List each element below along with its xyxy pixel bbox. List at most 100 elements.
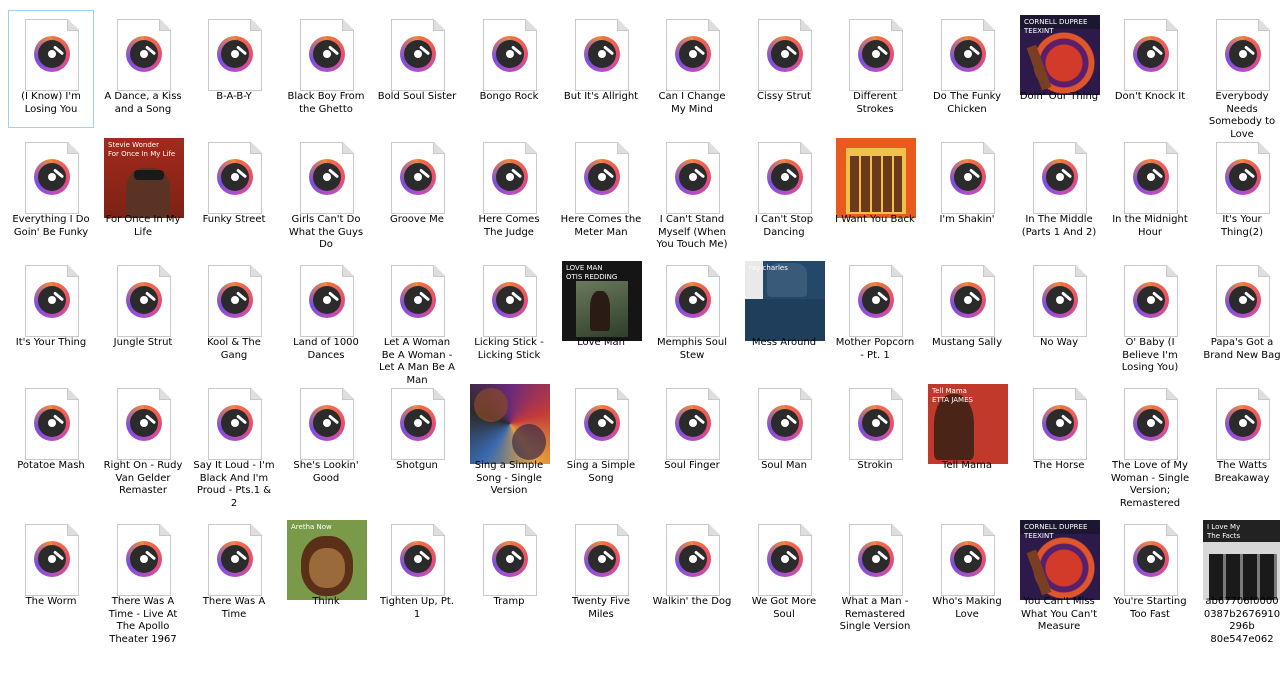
audio-file-icon [1124, 19, 1178, 91]
file-item[interactable]: Land of 1000 Dances [283, 256, 369, 374]
file-item[interactable]: Licking Stick - Licking Stick [466, 256, 552, 374]
file-item[interactable]: Cissy Strut [741, 10, 827, 128]
file-item[interactable]: Papa's Got a Brand New Bag [1199, 256, 1280, 374]
file-item[interactable]: I Want You Back [832, 133, 918, 251]
audio-file-icon [117, 388, 171, 460]
file-item[interactable]: Everybody Needs Somebody to Love [1199, 10, 1280, 140]
file-item[interactable]: The Love of My Woman - Single Version; R… [1107, 379, 1193, 509]
file-name: Twenty Five Miles [571, 596, 630, 620]
file-thumbnail [1020, 261, 1100, 341]
file-name: I Can't Stand Myself (When You Touch Me) [656, 214, 728, 250]
file-item[interactable]: Groove Me [374, 133, 460, 251]
file-item[interactable]: Girls Can't Do What the Guys Do [283, 133, 369, 251]
file-item[interactable]: Different Strokes [832, 10, 918, 128]
file-item[interactable]: B-A-B-Y [191, 10, 277, 128]
file-item[interactable]: The Horse [1016, 379, 1102, 497]
file-thumbnail [836, 520, 916, 600]
file-item[interactable]: Shotgun [374, 379, 460, 497]
file-item[interactable]: Who's Making Love [924, 515, 1010, 633]
file-item[interactable]: There Was A Time - Live At The Apollo Th… [100, 515, 186, 645]
file-item[interactable]: Potatoe Mash [8, 379, 94, 497]
file-thumbnail [745, 520, 825, 600]
file-item[interactable]: ray charles Mess Around [741, 256, 827, 374]
file-item[interactable]: The Watts Breakaway [1199, 379, 1280, 497]
file-item[interactable]: Mustang Sally [924, 256, 1010, 374]
file-item[interactable]: The Worm [8, 515, 94, 633]
file-item[interactable]: Don't Knock It [1107, 10, 1193, 128]
file-item[interactable]: Here Comes the Meter Man [558, 133, 644, 251]
file-item[interactable]: Jungle Strut [100, 256, 186, 374]
file-name: (I Know) I'm Losing You [21, 91, 81, 115]
file-name: B-A-B-Y [216, 91, 252, 102]
file-item[interactable]: Kool & The Gang [191, 256, 277, 374]
file-item[interactable]: It's Your Thing [8, 256, 94, 374]
file-item[interactable]: Walkin' the Dog [649, 515, 735, 633]
file-item[interactable]: Soul Man [741, 379, 827, 497]
file-item[interactable]: Everything I Do Goin' Be Funky [8, 133, 94, 251]
file-item[interactable]: She's Lookin' Good [283, 379, 369, 497]
album-cover: LOVE MAN OTIS REDDING [562, 261, 642, 341]
file-item[interactable]: You're Starting Too Fast [1107, 515, 1193, 633]
file-item[interactable]: O' Baby (I Believe I'm Losing You) [1107, 256, 1193, 374]
file-item[interactable]: We Got More Soul [741, 515, 827, 633]
file-name: Tighten Up, Pt. 1 [379, 596, 454, 620]
file-name: For Once In My Life [105, 214, 181, 238]
file-item[interactable]: (I Know) I'm Losing You [8, 10, 94, 128]
file-item[interactable]: Twenty Five Miles [558, 515, 644, 633]
file-name: Think [312, 596, 340, 607]
file-item[interactable]: CORNELL DUPREE TEEXINT You Can't Miss Wha… [1016, 515, 1102, 633]
file-item[interactable]: Sing a Simple Song - Single Version [466, 379, 552, 497]
file-item[interactable]: Say It Loud - I'm Black And I'm Proud - … [191, 379, 277, 509]
file-item[interactable]: Tell Mama ETTA JAMES Tell Mama [924, 379, 1010, 497]
file-item[interactable]: Let A Woman Be A Woman - Let A Man Be A … [374, 256, 460, 386]
file-thumbnail [653, 384, 733, 464]
file-item[interactable]: Aretha Now Think [283, 515, 369, 633]
file-item[interactable]: CORNELL DUPREE TEEXINT Doin' Our Thing [1016, 10, 1102, 128]
file-item[interactable]: In The Middle (Parts 1 And 2) [1016, 133, 1102, 251]
file-item[interactable]: Sing a Simple Song [558, 379, 644, 497]
file-item[interactable]: Memphis Soul Stew [649, 256, 735, 374]
file-item[interactable]: Bold Soul Sister [374, 10, 460, 128]
file-item[interactable]: Strokin [832, 379, 918, 497]
file-item[interactable]: Tighten Up, Pt. 1 [374, 515, 460, 633]
file-item[interactable]: LOVE MAN OTIS REDDING Love Man [558, 256, 644, 374]
file-name: Potatoe Mash [17, 460, 85, 471]
audio-file-icon [941, 19, 995, 91]
audio-file-icon [208, 388, 262, 460]
file-item[interactable]: Can I Change My Mind [649, 10, 735, 128]
file-thumbnail [562, 520, 642, 600]
file-item[interactable]: Stevie Wonder For Once In My Life For Onc… [100, 133, 186, 251]
file-item[interactable]: Mother Popcorn - Pt. 1 [832, 256, 918, 374]
file-item[interactable]: No Way [1016, 256, 1102, 374]
file-item[interactable]: A Dance, a Kiss and a Song [100, 10, 186, 128]
file-item[interactable]: I Can't Stand Myself (When You Touch Me) [649, 133, 735, 251]
file-item[interactable]: Here Comes The Judge [466, 133, 552, 251]
file-name: O' Baby (I Believe I'm Losing You) [1121, 337, 1179, 373]
file-thumbnail [195, 520, 275, 600]
file-item[interactable]: Funky Street [191, 133, 277, 251]
file-name: Sing a Simple Song [566, 460, 636, 484]
file-name: Kool & The Gang [207, 337, 261, 361]
file-item[interactable]: Tramp [466, 515, 552, 633]
file-name: Mess Around [751, 337, 817, 348]
file-item[interactable]: Bongo Rock [466, 10, 552, 128]
album-cover: Tell Mama ETTA JAMES [928, 384, 1008, 464]
file-item[interactable]: What a Man - Remastered Single Version [832, 515, 918, 633]
file-item[interactable]: I'm Shakin' [924, 133, 1010, 251]
file-name: Different Strokes [853, 91, 897, 115]
album-cover: CORNELL DUPREE TEEXINT [1020, 15, 1100, 95]
file-name: Here Comes the Meter Man [560, 214, 642, 238]
file-thumbnail [12, 520, 92, 600]
audio-file-icon [758, 142, 812, 214]
file-item[interactable]: I Love My The Facts ab67706f0000 0387b267… [1199, 515, 1280, 645]
file-item[interactable]: In the Midnight Hour [1107, 133, 1193, 251]
file-item[interactable]: It's Your Thing(2) [1199, 133, 1280, 251]
file-item[interactable]: But It's Allright [558, 10, 644, 128]
file-name: I'm Shakin' [939, 214, 995, 225]
file-item[interactable]: I Can't Stop Dancing [741, 133, 827, 251]
file-item[interactable]: There Was A Time [191, 515, 277, 633]
file-item[interactable]: Soul Finger [649, 379, 735, 497]
file-item[interactable]: Right On - Rudy Van Gelder Remaster [100, 379, 186, 497]
file-item[interactable]: Black Boy From the Ghetto [283, 10, 369, 128]
file-item[interactable]: Do The Funky Chicken [924, 10, 1010, 128]
